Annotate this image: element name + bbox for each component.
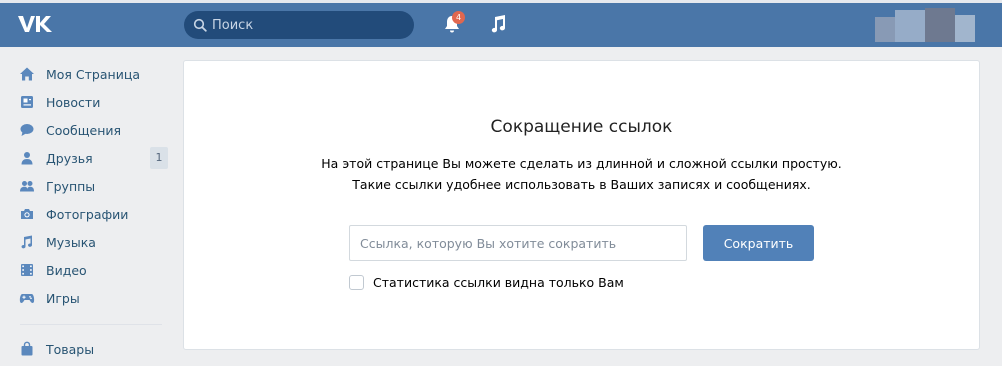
search-input[interactable] [212,11,408,39]
sidebar-item-games[interactable]: Игры [0,284,172,312]
messages-icon [18,121,36,139]
video-icon [18,261,36,279]
sidebar-item-goods[interactable]: Товары [0,335,172,363]
sidebar-item-my-page[interactable]: Моя Страница [0,60,172,88]
avatar-pixel [925,8,955,42]
gamepad-icon [18,289,36,307]
music-icon [18,233,36,251]
notifications-badge: 4 [452,11,465,24]
private-stats-label: Статистика ссылки видна только Вам [373,274,624,290]
private-stats-checkbox[interactable] [349,274,364,290]
search-box[interactable] [184,11,414,39]
sidebar-item-label: Моя Страница [46,66,140,82]
music-icon[interactable] [487,13,509,35]
sidebar-item-label: Новости [46,94,101,110]
top-header: 4 [0,0,1002,47]
description-line: Такие ссылки удобнее использовать в Ваши… [352,177,811,192]
sidebar-divider [20,324,162,325]
sidebar-item-label: Сообщения [46,122,122,138]
sidebar-item-label: Видео [46,262,87,278]
sidebar-item-news[interactable]: Новости [0,88,172,116]
camera-icon [18,205,36,223]
sidebar-item-label: Друзья [46,150,93,166]
left-sidebar: Моя Страница Новости Сообщения Друзья 1 … [0,60,172,363]
news-icon [18,93,36,111]
search-icon [193,18,207,32]
bag-icon [18,340,36,358]
groups-icon [18,177,36,195]
home-icon [18,65,36,83]
sidebar-item-messages[interactable]: Сообщения [0,116,172,144]
sidebar-item-photos[interactable]: Фотографии [0,200,172,228]
sidebar-item-label: Группы [46,178,96,194]
sidebar-item-music[interactable]: Музыка [0,228,172,256]
sidebar-item-groups[interactable]: Группы [0,172,172,200]
vk-logo-icon[interactable] [16,13,54,35]
long-link-input[interactable] [349,225,687,261]
friends-count-badge: 1 [150,147,168,169]
sidebar-item-friends[interactable]: Друзья 1 [0,144,172,172]
avatar-pixel [895,10,925,42]
avatar-pixel [875,17,895,42]
profile-avatar[interactable] [860,5,975,45]
page-title: Сокращение ссылок [490,117,673,137]
link-shortener-panel: Сокращение ссылок На этой странице Вы мо… [183,60,980,350]
description-line: На этой странице Вы можете сделать из дл… [321,156,842,171]
sidebar-item-label: Музыка [46,234,96,250]
shorten-button[interactable]: Сократить [703,225,814,261]
avatar-pixel [955,15,975,42]
private-stats-option[interactable]: Статистика ссылки видна только Вам [349,273,624,291]
friends-icon [18,149,36,167]
sidebar-item-label: Фотографии [46,206,129,222]
page-description: На этой странице Вы можете сделать из дл… [184,153,979,195]
sidebar-item-label: Игры [46,290,80,306]
sidebar-item-video[interactable]: Видео [0,256,172,284]
sidebar-item-label: Товары [46,341,95,357]
